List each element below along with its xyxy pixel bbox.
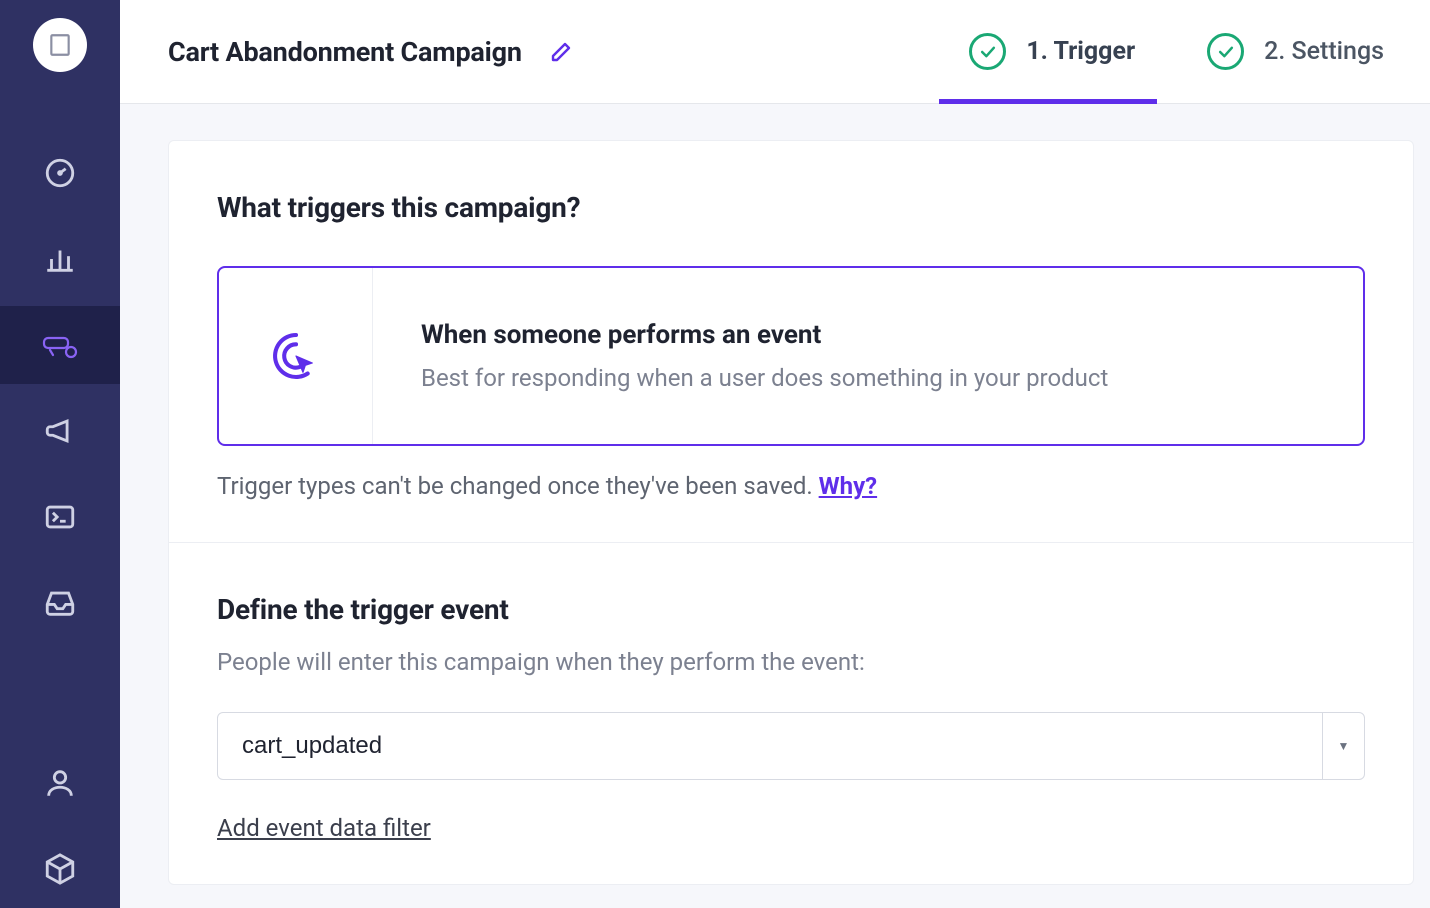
trigger-note: Trigger types can't be changed once they… bbox=[217, 472, 1365, 500]
trigger-type-card[interactable]: When someone performs an event Best for … bbox=[217, 266, 1365, 446]
step-trigger[interactable]: 1. Trigger bbox=[963, 0, 1141, 103]
nav-inbox[interactable] bbox=[0, 564, 120, 642]
pencil-icon bbox=[549, 40, 573, 64]
trigger-card-icon-wrap bbox=[219, 268, 373, 444]
why-link[interactable]: Why? bbox=[819, 472, 877, 500]
section-heading: Define the trigger event bbox=[217, 593, 1365, 626]
event-select-input[interactable] bbox=[218, 713, 1322, 779]
event-select[interactable]: ▼ bbox=[217, 712, 1365, 780]
edit-title-button[interactable] bbox=[546, 37, 576, 67]
check-icon bbox=[969, 33, 1006, 70]
define-subhead: People will enter this campaign when the… bbox=[217, 648, 1365, 676]
main: Cart Abandonment Campaign 1. Trigger 2. … bbox=[120, 0, 1430, 908]
header: Cart Abandonment Campaign 1. Trigger 2. … bbox=[120, 0, 1430, 104]
inbox-icon bbox=[43, 586, 77, 620]
org-logo[interactable] bbox=[33, 18, 87, 72]
building-icon bbox=[47, 32, 73, 58]
gauge-icon bbox=[43, 156, 77, 190]
nav-broadcasts[interactable] bbox=[0, 392, 120, 470]
campaign-title: Cart Abandonment Campaign bbox=[168, 36, 522, 68]
section-heading: What triggers this campaign? bbox=[217, 191, 1365, 224]
bar-chart-icon bbox=[43, 242, 77, 276]
nav-analytics[interactable] bbox=[0, 220, 120, 298]
cube-icon bbox=[43, 852, 77, 886]
terminal-icon bbox=[43, 500, 77, 534]
step-label: 2. Settings bbox=[1264, 37, 1384, 66]
add-event-filter-link[interactable]: Add event data filter bbox=[217, 814, 431, 842]
step-settings[interactable]: 2. Settings bbox=[1201, 0, 1390, 103]
step-label: 1. Trigger bbox=[1026, 37, 1135, 66]
nav-campaigns[interactable] bbox=[0, 306, 120, 384]
nav-objects[interactable] bbox=[0, 830, 120, 908]
nav-terminal[interactable] bbox=[0, 478, 120, 556]
event-select-caret[interactable]: ▼ bbox=[1322, 713, 1364, 779]
sidebar bbox=[0, 0, 120, 908]
megaphone-icon bbox=[43, 414, 77, 448]
caret-down-icon: ▼ bbox=[1338, 739, 1350, 753]
check-icon bbox=[1207, 33, 1244, 70]
trigger-section: What triggers this campaign? When someon… bbox=[169, 141, 1413, 542]
nav-dashboard[interactable] bbox=[0, 134, 120, 212]
content-panel: What triggers this campaign? When someon… bbox=[168, 140, 1414, 885]
nav-people[interactable] bbox=[0, 744, 120, 822]
event-click-icon bbox=[268, 328, 324, 384]
trigger-card-desc: Best for responding when a user does som… bbox=[421, 364, 1315, 392]
define-section: Define the trigger event People will ent… bbox=[169, 542, 1413, 884]
trigger-card-title: When someone performs an event bbox=[421, 320, 1315, 350]
user-icon bbox=[43, 766, 77, 800]
campaigns-icon bbox=[41, 330, 79, 360]
